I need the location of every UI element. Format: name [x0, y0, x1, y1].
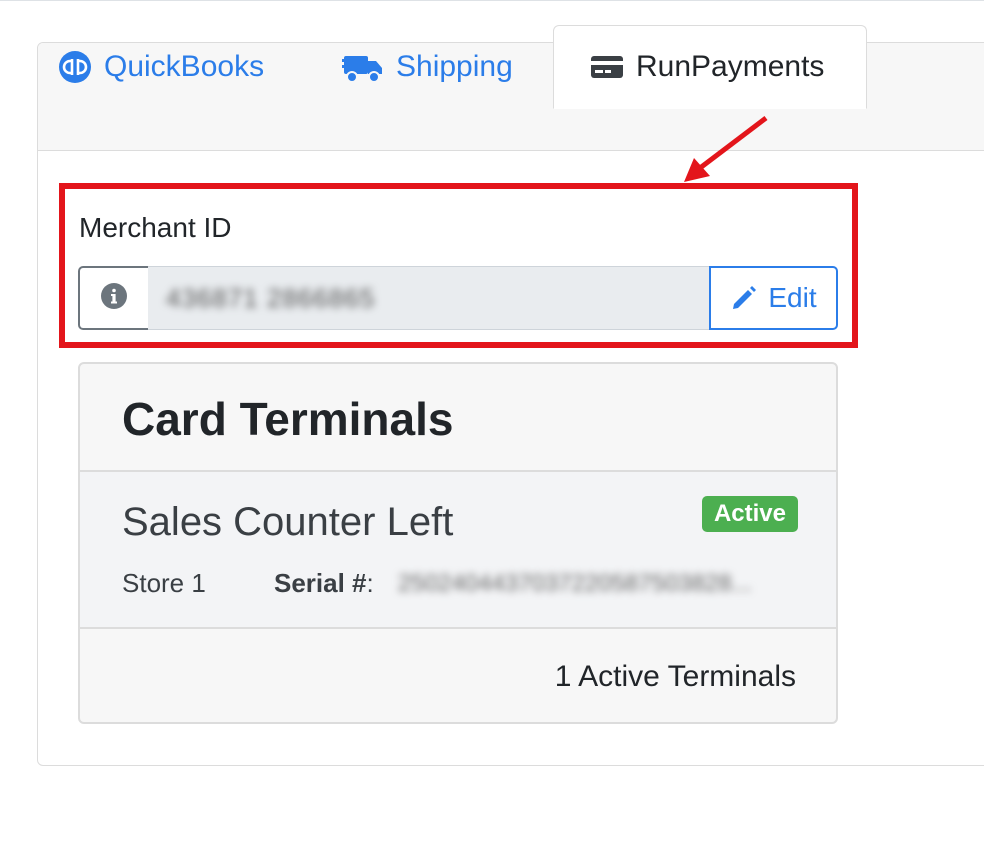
quickbooks-icon	[58, 50, 92, 84]
terminal-name: Sales Counter Left	[122, 500, 454, 544]
credit-card-icon	[590, 53, 624, 81]
merchant-id-info-addon	[78, 266, 148, 330]
top-divider	[0, 0, 984, 1]
merchant-id-value: 436871 2866865	[166, 282, 376, 313]
merchant-id-input-group: 436871 2866865 Edit	[78, 266, 838, 330]
terminal-list-item[interactable]: Sales Counter Left Active Store 1 Serial…	[80, 472, 836, 627]
tab-shipping-label: Shipping	[396, 50, 513, 83]
card-terminals-title: Card Terminals	[122, 393, 454, 445]
truck-icon	[342, 50, 384, 84]
serial-label-text: Serial #	[274, 568, 367, 598]
info-icon	[100, 282, 128, 315]
tab-quickbooks[interactable]: QuickBooks	[58, 26, 264, 108]
tab-shipping[interactable]: Shipping	[342, 26, 513, 108]
merchant-id-label: Merchant ID	[79, 212, 232, 243]
terminal-store: Store 1	[122, 568, 206, 598]
edit-merchant-id-button[interactable]: Edit	[709, 266, 838, 330]
serial-label: Serial #:	[274, 568, 374, 599]
divider	[80, 627, 836, 629]
tab-quickbooks-label: QuickBooks	[104, 50, 265, 83]
serial-colon: :	[366, 568, 374, 598]
pencil-icon	[730, 284, 758, 312]
tab-runpayments-label: RunPayments	[636, 50, 825, 83]
status-badge: Active	[702, 496, 798, 532]
card-terminals-panel: Card Terminals Sales Counter Left Active…	[78, 362, 838, 724]
serial-value: 2502404437037220587503828...	[398, 570, 752, 597]
annotation-arrow	[684, 116, 768, 182]
active-terminals-count: 1 Active Terminals	[554, 660, 796, 693]
edit-button-label: Edit	[768, 282, 817, 313]
merchant-id-field[interactable]: 436871 2866865	[148, 266, 709, 330]
tab-runpayments[interactable]: RunPayments	[553, 25, 867, 109]
